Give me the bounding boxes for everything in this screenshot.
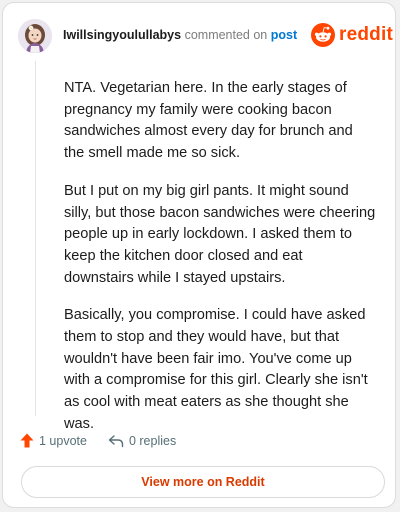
reddit-snoo-icon: [311, 23, 335, 47]
comment-paragraph: Basically, you compromise. I could have …: [64, 307, 368, 432]
post-link[interactable]: post: [271, 28, 297, 42]
replies-button[interactable]: 0 replies: [108, 434, 176, 448]
username-link[interactable]: Iwillsingyoulullabys: [63, 28, 181, 42]
view-more-on-reddit-button[interactable]: View more on Reddit: [21, 466, 385, 498]
reply-icon: [108, 434, 124, 447]
thread-line: [35, 61, 36, 416]
comment-paragraph: But I put on my big girl pants. It might…: [64, 182, 376, 286]
upvote-arrow-icon: [20, 433, 34, 448]
upvote-count: 1 upvote: [39, 433, 87, 448]
replies-count: 0 replies: [128, 433, 177, 448]
comment-header: Iwillsingyoulullabys commented on post: [63, 28, 297, 42]
avatar-icon: [18, 19, 52, 53]
comment-body: NTA. Vegetarian here. In the early stage…: [64, 78, 376, 452]
avatar[interactable]: [18, 19, 52, 53]
upvote-button[interactable]: 1 upvote: [20, 433, 87, 448]
comment-paragraph: NTA. Vegetarian here. In the early stage…: [64, 80, 353, 162]
comment-card: Iwillsingyoulullabys commented on post r…: [2, 2, 396, 508]
comment-actions: 1 upvote 0 replies: [20, 433, 176, 448]
reddit-logo[interactable]: reddit: [311, 23, 393, 47]
commented-on-text: commented on: [184, 28, 268, 42]
reddit-wordmark: reddit: [339, 24, 393, 45]
